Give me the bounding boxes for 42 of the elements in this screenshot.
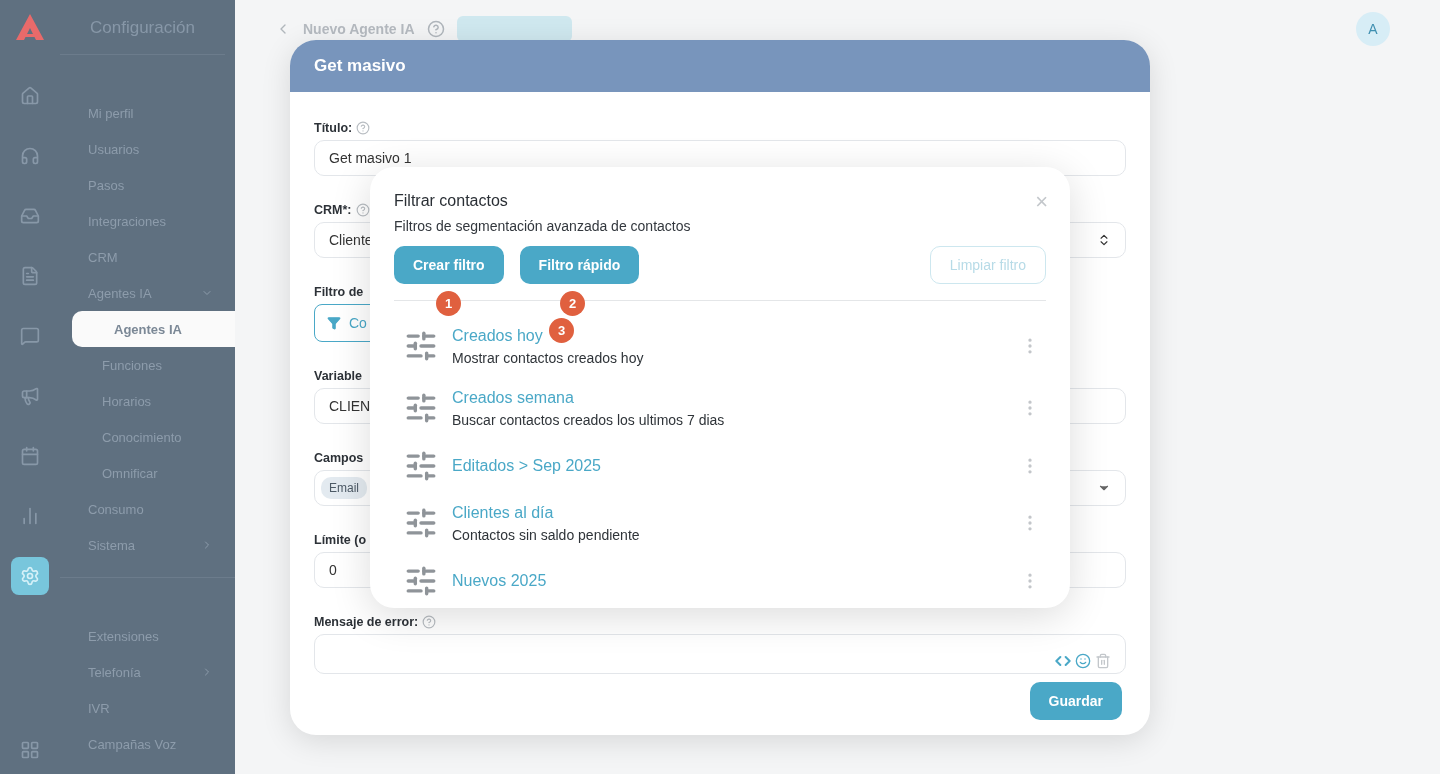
text-area[interactable]: [314, 634, 1126, 674]
field-label: Límite (o: [314, 533, 367, 547]
save-button[interactable]: Guardar: [1029, 682, 1122, 720]
field-label: Título:: [314, 121, 353, 135]
help-icon[interactable]: [355, 203, 370, 217]
filter-description: Contactos sin saldo pendiente: [452, 526, 640, 543]
emoji-icon[interactable]: [1075, 653, 1091, 669]
tag-chip: Email: [321, 477, 367, 499]
field-label: Mensaje de error:: [314, 615, 419, 629]
help-icon[interactable]: [422, 615, 437, 629]
user-avatar[interactable]: A: [1356, 12, 1390, 46]
filter-description: Mostrar contactos creados hoy: [452, 349, 644, 366]
close-button[interactable]: ×: [1035, 191, 1048, 213]
step-marker: 2: [560, 291, 585, 316]
filter-name[interactable]: Clientes al día: [452, 503, 554, 522]
filter-icon: [327, 316, 341, 330]
filter-name[interactable]: Editados > Sep 2025: [452, 456, 601, 475]
sliders-icon: [404, 391, 438, 425]
filter-name[interactable]: Nuevos 2025: [452, 571, 547, 590]
help-icon[interactable]: [356, 121, 371, 135]
settings-icon[interactable]: [11, 557, 49, 595]
filter-name[interactable]: Creados semana: [452, 388, 574, 407]
page-title: Nuevo Agente IA: [303, 21, 415, 37]
field-label: Variable: [314, 369, 362, 383]
filter-action-button[interactable]: Filtro rápido: [519, 246, 640, 284]
help-icon[interactable]: [426, 20, 445, 38]
sliders-icon: [404, 329, 438, 363]
code-icon[interactable]: [1055, 653, 1071, 669]
field-label: Filtro de: [314, 285, 364, 299]
field-label: CRM*:: [314, 203, 352, 217]
popup-title: Filtrar contactos: [394, 192, 508, 210]
filter-description: Buscar contactos creados los ultimos 7 dias: [452, 411, 725, 428]
popup-subtitle: Filtros de segmentación avanzada de contactos: [394, 218, 691, 234]
field-label: Campos: [314, 451, 364, 465]
modal-title: Get masivo: [314, 56, 406, 76]
filter-name[interactable]: Creados hoy: [452, 326, 543, 345]
sliders-icon: [404, 506, 438, 540]
filter-action-button[interactable]: Crear filtro: [394, 246, 504, 284]
step-marker: 1: [436, 291, 461, 316]
grid-icon[interactable]: [20, 740, 40, 760]
trash-icon[interactable]: [1095, 653, 1111, 669]
step-marker: 3: [549, 318, 574, 343]
